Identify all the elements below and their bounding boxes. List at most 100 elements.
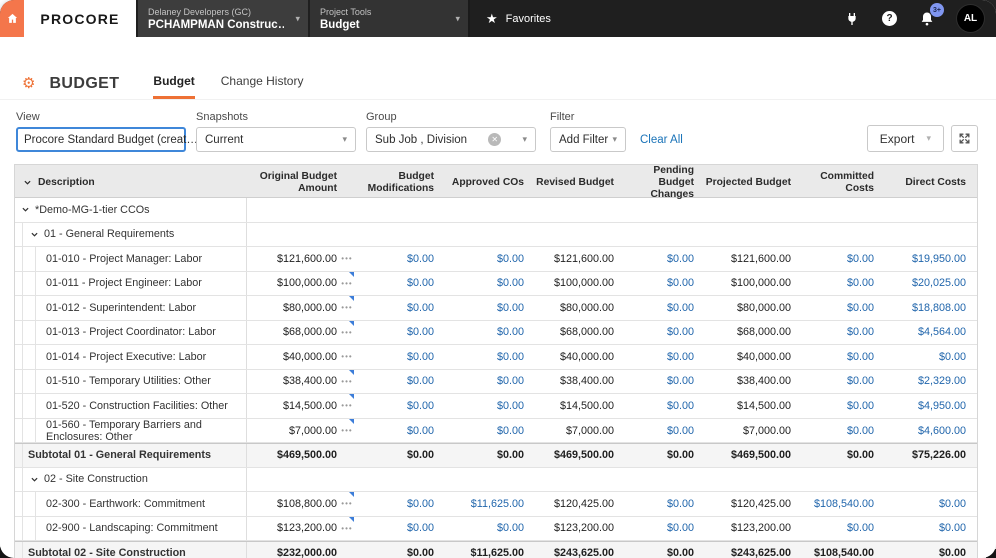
cell-direct-costs[interactable]: $0.00 (882, 345, 977, 369)
ellipsis-menu-icon[interactable]: ••• (337, 499, 357, 508)
cell-original-budget: $469,500.00 (247, 444, 363, 467)
ellipsis-menu-icon[interactable]: ••• (337, 303, 357, 312)
fullscreen-button[interactable] (951, 125, 978, 152)
column-header-budget-modifications[interactable]: Budget Modifications (363, 165, 442, 200)
cell-pending-budget-changes[interactable]: $0.00 (622, 394, 702, 418)
cell-direct-costs[interactable]: $20,025.00 (882, 272, 977, 296)
company-selector[interactable]: Delaney Developers (GC) PCHAMPMAN Constr… (138, 0, 308, 37)
cell-approved-cos[interactable]: $0.00 (442, 272, 532, 296)
cell-budget-modifications[interactable]: $0.00 (363, 517, 442, 541)
group-select[interactable]: Sub Job , Division ✕ ▾ (366, 127, 536, 152)
cell-approved-cos[interactable]: $0.00 (442, 345, 532, 369)
cell-direct-costs[interactable]: $2,329.00 (882, 370, 977, 394)
chevron-down-icon: ▾ (295, 13, 300, 23)
cell-budget-modifications[interactable]: $0.00 (363, 370, 442, 394)
cell-budget-modifications[interactable]: $0.00 (363, 272, 442, 296)
column-header-committed-costs[interactable]: Committed Costs (799, 165, 882, 200)
cell-approved-cos[interactable]: $0.00 (442, 517, 532, 541)
ellipsis-menu-icon[interactable]: ••• (337, 254, 357, 263)
snapshots-select[interactable]: Current ▾ (196, 127, 356, 152)
cell-committed-costs[interactable]: $0.00 (799, 345, 882, 369)
tab-change-history[interactable]: Change History (221, 74, 304, 99)
column-header-approved-cos[interactable]: Approved COs (442, 165, 532, 200)
column-header-description[interactable]: Description (15, 165, 247, 200)
column-header-revised-budget[interactable]: Revised Budget (532, 165, 622, 200)
cell-committed-costs[interactable]: $0.00 (799, 321, 882, 345)
cell-committed-costs[interactable]: $0.00 (799, 272, 882, 296)
view-select[interactable]: Procore Standard Budget (creat… (16, 127, 198, 152)
cell-committed-costs[interactable]: $0.00 (799, 247, 882, 271)
marketplace-plug-button[interactable] (844, 11, 860, 27)
column-header-projected-budget[interactable]: Projected Budget (702, 165, 799, 200)
column-header-direct-costs[interactable]: Direct Costs (882, 165, 977, 200)
cell-pending-budget-changes[interactable]: $0.00 (622, 247, 702, 271)
help-button[interactable]: ? (882, 11, 897, 26)
cell-committed-costs[interactable]: $0.00 (799, 517, 882, 541)
cell-budget-modifications[interactable]: $0.00 (363, 394, 442, 418)
ellipsis-menu-icon[interactable]: ••• (337, 524, 357, 533)
cell-direct-costs[interactable]: $18,808.00 (882, 296, 977, 320)
snapshots-select-value: Current (205, 133, 244, 146)
cell-budget-modifications[interactable]: $0.00 (363, 296, 442, 320)
group-row[interactable]: 02 - Site Construction (15, 467, 977, 492)
cell-committed-costs[interactable]: $108,540.00 (799, 492, 882, 516)
chevron-down-icon[interactable] (23, 178, 32, 187)
cell-direct-costs[interactable]: $0.00 (882, 517, 977, 541)
ellipsis-menu-icon[interactable]: ••• (337, 352, 357, 361)
cell-committed-costs[interactable]: $0.00 (799, 419, 882, 443)
column-header-pending-budget-changes[interactable]: Pending Budget Changes (622, 165, 702, 200)
ellipsis-menu-icon[interactable]: ••• (337, 328, 357, 337)
group-row[interactable]: *Demo-MG-1-tier CCOs (15, 198, 977, 223)
cell-pending-budget-changes[interactable]: $0.00 (622, 345, 702, 369)
ellipsis-menu-icon[interactable]: ••• (337, 377, 357, 386)
cell-budget-modifications[interactable]: $0.00 (363, 492, 442, 516)
column-header-original-budget[interactable]: Original Budget Amount (247, 165, 363, 200)
cell-pending-budget-changes[interactable]: $0.00 (622, 492, 702, 516)
ellipsis-menu-icon[interactable]: ••• (337, 401, 357, 410)
cell-approved-cos[interactable]: $0.00 (442, 321, 532, 345)
ellipsis-menu-icon[interactable]: ••• (337, 426, 357, 435)
clear-group-icon[interactable]: ✕ (488, 133, 502, 146)
group-row[interactable]: 01 - General Requirements (15, 222, 977, 247)
cell-committed-costs[interactable]: $0.00 (799, 370, 882, 394)
cell-pending-budget-changes[interactable]: $0.00 (622, 517, 702, 541)
cell-approved-cos[interactable]: $0.00 (442, 394, 532, 418)
chevron-down-icon[interactable] (30, 475, 39, 484)
cell-direct-costs[interactable]: $0.00 (882, 492, 977, 516)
cell-budget-modifications[interactable]: $0.00 (363, 321, 442, 345)
cell-approved-cos[interactable]: $0.00 (442, 370, 532, 394)
chevron-down-icon[interactable] (30, 230, 39, 239)
tab-budget[interactable]: Budget (153, 74, 195, 99)
clear-all-link[interactable]: Clear All (640, 134, 683, 146)
export-button[interactable]: Export ▾ (866, 125, 944, 152)
cell-direct-costs[interactable]: $4,950.00 (882, 394, 977, 418)
cell-pending-budget-changes[interactable]: $0.00 (622, 419, 702, 443)
ellipsis-menu-icon[interactable]: ••• (337, 279, 357, 288)
notifications-button[interactable]: 3+ (919, 3, 944, 27)
cell-pending-budget-changes[interactable]: $0.00 (622, 272, 702, 296)
cell-pending-budget-changes[interactable]: $0.00 (622, 296, 702, 320)
cell-approved-cos[interactable]: $11,625.00 (442, 492, 532, 516)
cell-pending-budget-changes[interactable]: $0.00 (622, 321, 702, 345)
project-tools-selector[interactable]: Project Tools Budget ▾ (310, 0, 468, 37)
cell-direct-costs[interactable]: $4,564.00 (882, 321, 977, 345)
cell-budget-modifications[interactable]: $0.00 (363, 247, 442, 271)
user-avatar[interactable]: AL (957, 5, 984, 32)
cell-approved-cos[interactable]: $0.00 (442, 419, 532, 443)
favorites-button[interactable]: ★ Favorites (468, 0, 567, 37)
add-filter-dropdown[interactable]: Add Filter ▾ (550, 127, 626, 152)
cell-budget-modifications[interactable]: $0.00 (363, 419, 442, 443)
gear-icon[interactable]: ⚙ (22, 76, 35, 91)
row-description: 02-300 - Earthwork: Commitment (15, 492, 247, 516)
cell-committed-costs[interactable]: $0.00 (799, 296, 882, 320)
cell-budget-modifications[interactable]: $0.00 (363, 345, 442, 369)
cell-approved-cos[interactable]: $0.00 (442, 247, 532, 271)
cell-direct-costs[interactable]: $4,600.00 (882, 419, 977, 443)
cell-committed-costs[interactable]: $0.00 (799, 394, 882, 418)
cell-pending-budget-changes[interactable]: $0.00 (622, 370, 702, 394)
cell-approved-cos[interactable]: $0.00 (442, 296, 532, 320)
chevron-down-icon[interactable] (21, 205, 30, 214)
cell-projected-budget: $120,425.00 (730, 497, 791, 510)
cell-direct-costs[interactable]: $19,950.00 (882, 247, 977, 271)
home-button[interactable] (0, 0, 24, 37)
